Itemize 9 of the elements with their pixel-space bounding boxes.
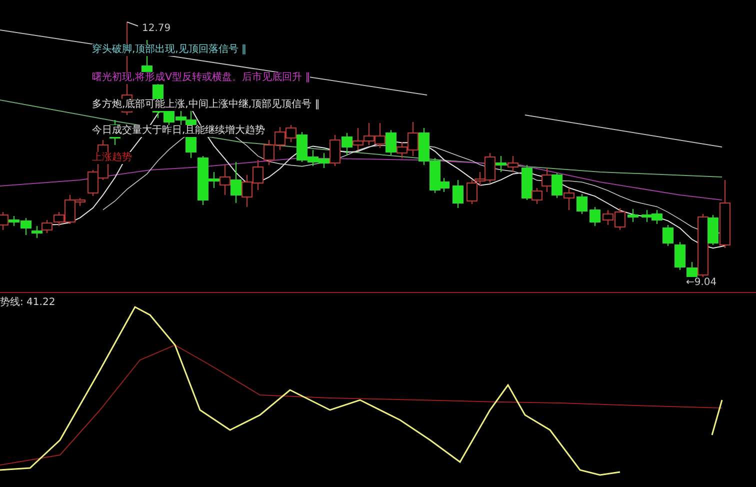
indicator-line bbox=[711, 400, 723, 436]
high-price-label: 12.79 bbox=[142, 23, 171, 34]
signal-text: 上涨趋势 bbox=[92, 152, 132, 164]
signal-text: 曙光初现,将形成V型反转或横盘。后市见底回升 ‖ bbox=[92, 72, 310, 84]
signal-text: 多方炮,底部可能上涨,中间上涨中继,顶部见顶信号 ‖ bbox=[92, 99, 320, 111]
indicator-label: 势线: 41.22 bbox=[0, 296, 56, 309]
leader-line bbox=[126, 22, 138, 26]
signal-text: 今日成交量大于昨日,且能继续增大趋势 bbox=[92, 125, 266, 137]
signal-text: 穿头破脚,顶部出现,见顶回落信号 ‖ bbox=[92, 44, 247, 56]
